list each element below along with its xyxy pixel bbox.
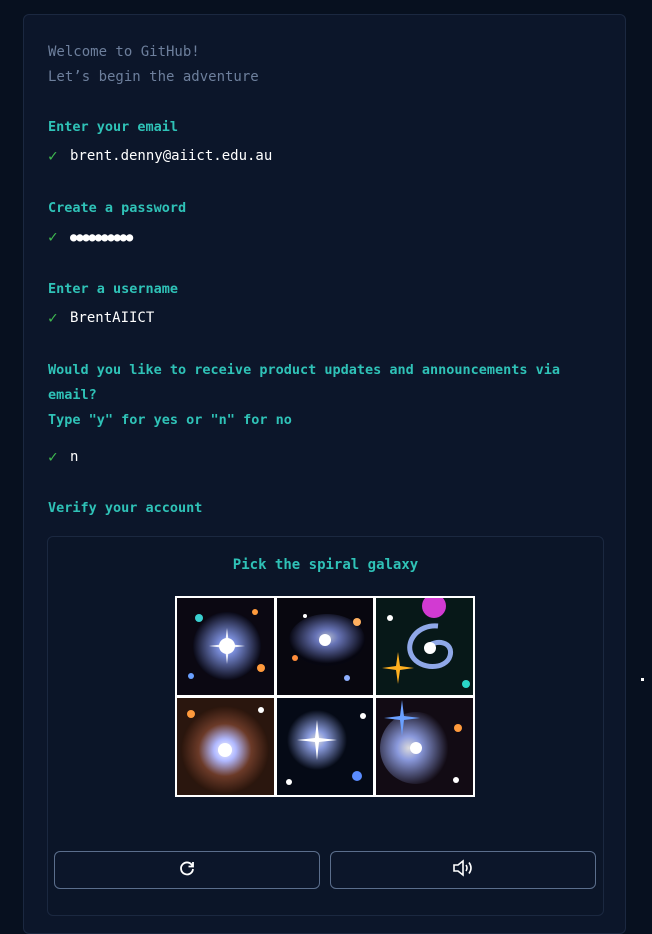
- captcha-panel: Pick the spiral galaxy: [47, 536, 604, 916]
- galaxy-image-5-icon[interactable]: [276, 698, 374, 795]
- check-icon: ✓: [48, 447, 58, 466]
- signup-card: Welcome to GitHub! Let’s begin the adven…: [23, 14, 626, 934]
- updates-answer: ✓ n: [48, 447, 78, 466]
- email-value: brent.denny@aiict.edu.au: [70, 147, 273, 164]
- username-label: Enter a username: [48, 281, 179, 297]
- captcha-grid: [175, 596, 475, 797]
- password-value: ●●●●●●●●●●: [70, 229, 133, 244]
- spiral-galaxy-image-icon[interactable]: [376, 598, 473, 695]
- verify-label: Verify your account: [48, 500, 203, 516]
- password-answer: ✓ ●●●●●●●●●●: [48, 227, 133, 246]
- captcha-title: Pick the spiral galaxy: [232, 557, 419, 573]
- check-icon: ✓: [48, 308, 58, 327]
- check-icon: ✓: [48, 227, 58, 246]
- updates-value: n: [70, 448, 79, 465]
- galaxy-image-4-icon[interactable]: [177, 698, 274, 795]
- email-label: Enter your email: [48, 119, 179, 135]
- username-answer: ✓ BrentAIICT: [48, 308, 154, 327]
- welcome-text: Welcome to GitHub!: [48, 44, 200, 60]
- refresh-button[interactable]: [54, 851, 320, 889]
- email-answer: ✓ brent.denny@aiict.edu.au: [48, 146, 272, 165]
- audio-button[interactable]: [330, 851, 596, 889]
- speaker-icon: [452, 859, 474, 881]
- stray-pixel: [641, 678, 644, 681]
- galaxy-image-1-icon[interactable]: [177, 598, 274, 695]
- password-label: Create a password: [48, 200, 187, 216]
- username-value: BrentAIICT: [70, 309, 155, 326]
- updates-hint: Type "y" for yes or "n" for no: [48, 412, 292, 428]
- galaxy-image-6-icon[interactable]: [376, 698, 473, 795]
- refresh-icon: [178, 859, 196, 881]
- check-icon: ✓: [48, 146, 58, 165]
- updates-question: Would you like to receive product update…: [48, 362, 561, 403]
- galaxy-image-2-icon[interactable]: [276, 598, 374, 695]
- adventure-text: Let’s begin the adventure: [48, 69, 259, 85]
